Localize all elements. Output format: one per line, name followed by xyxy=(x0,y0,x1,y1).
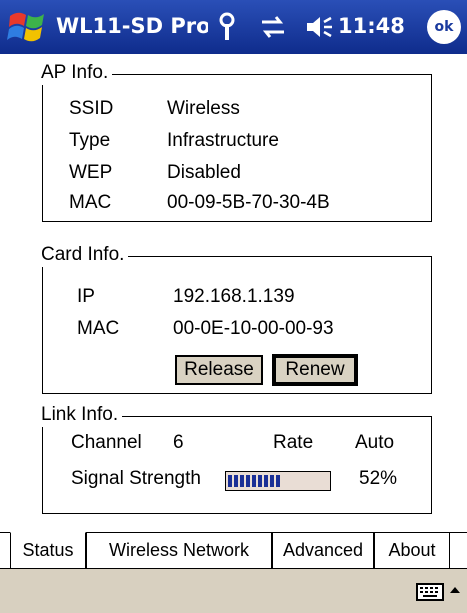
signal-strength-fill xyxy=(228,475,280,487)
type-label: Type xyxy=(69,130,111,151)
signal-strength-bar xyxy=(225,471,331,491)
ok-button[interactable]: ok xyxy=(427,10,461,44)
ap-mac-label: MAC xyxy=(69,192,112,213)
sip-arrow-up-icon[interactable] xyxy=(447,581,463,601)
renew-button[interactable]: Renew xyxy=(272,354,358,386)
menu-bar xyxy=(0,568,467,613)
card-info-group: Card Info. IP 192.168.1.139 MAC 00-0E-10… xyxy=(39,243,432,394)
clock[interactable]: 11:48 xyxy=(338,14,405,38)
link-info-group: Link Info. Channel 6 Rate Auto Signal St… xyxy=(39,403,432,514)
keyboard-icon[interactable] xyxy=(416,581,444,603)
tab-advanced[interactable]: Advanced xyxy=(272,533,374,569)
channel-label: Channel xyxy=(71,432,142,453)
rate-value: Auto xyxy=(355,432,395,453)
tab-status[interactable]: Status xyxy=(10,532,86,569)
card-info-label: Card Info. xyxy=(39,243,129,267)
ip-value: 192.168.1.139 xyxy=(173,286,295,307)
sync-icon[interactable] xyxy=(258,14,288,40)
wep-value: Disabled xyxy=(167,162,241,183)
ap-mac-value: 00-09-5B-70-30-4B xyxy=(167,192,330,213)
type-value: Infrastructure xyxy=(167,130,279,151)
volume-icon[interactable] xyxy=(304,14,334,40)
channel-value: 6 xyxy=(173,432,184,453)
ap-info-label: AP Info. xyxy=(39,61,113,85)
signal-strength-percent: 52% xyxy=(359,468,398,489)
card-mac-label: MAC xyxy=(77,318,120,339)
ssid-value: Wireless xyxy=(167,98,240,119)
ssid-label: SSID xyxy=(69,98,114,119)
antenna-icon[interactable] xyxy=(216,12,238,42)
windows-flag-icon[interactable] xyxy=(6,6,50,48)
release-button[interactable]: Release xyxy=(175,355,263,385)
window-title: WL11-SD Prop xyxy=(56,14,208,38)
title-bar: WL11-SD Prop 11:48 ok xyxy=(0,0,467,54)
ap-info-group: AP Info. SSID Wireless Type Infrastructu… xyxy=(39,61,432,222)
tab-strip: Status Wireless Network Advanced About xyxy=(0,532,467,569)
tab-wireless-network[interactable]: Wireless Network xyxy=(86,533,272,569)
ip-label: IP xyxy=(77,286,95,307)
wep-label: WEP xyxy=(69,162,113,183)
tab-about[interactable]: About xyxy=(374,533,450,569)
card-mac-value: 00-0E-10-00-00-93 xyxy=(173,318,334,339)
signal-strength-label: Signal Strength xyxy=(71,468,201,489)
link-info-label: Link Info. xyxy=(39,403,123,427)
rate-label: Rate xyxy=(273,432,314,453)
